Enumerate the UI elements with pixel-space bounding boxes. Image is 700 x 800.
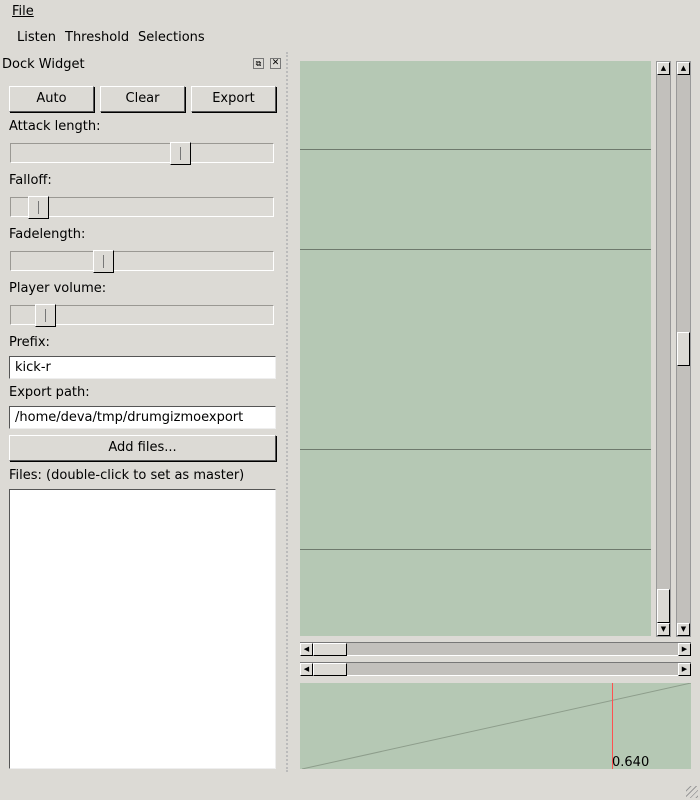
player-volume-label: Player volume:: [9, 281, 107, 296]
toolbar-listen[interactable]: Listen: [17, 30, 56, 45]
arrow-right-icon[interactable]: ▶: [678, 643, 691, 656]
add-files-button[interactable]: Add files...: [9, 435, 276, 461]
resize-grip-icon[interactable]: [686, 786, 698, 798]
fadelength-label: Fadelength:: [9, 227, 86, 242]
arrow-up-icon[interactable]: ▲: [657, 62, 670, 75]
scrollbar-thumb[interactable]: [677, 332, 690, 366]
export-button[interactable]: Export: [191, 86, 276, 112]
auto-button[interactable]: Auto: [9, 86, 94, 112]
player-volume-slider[interactable]: [10, 304, 274, 327]
horizontal-scrollbar[interactable]: ◀ ▶: [300, 642, 691, 656]
clear-button[interactable]: Clear: [100, 86, 185, 112]
menu-file-label: File: [12, 4, 34, 19]
scrollbar-thumb[interactable]: [657, 589, 670, 623]
arrow-down-icon[interactable]: ▼: [677, 623, 690, 636]
zoom-scrollbar[interactable]: ▲ ▼: [676, 61, 691, 637]
dock-title: Dock Widget: [2, 57, 85, 72]
divider-line: [300, 249, 651, 250]
menu-file[interactable]: File: [12, 4, 34, 19]
arrow-right-icon[interactable]: ▶: [678, 663, 691, 676]
toolbar-threshold[interactable]: Threshold: [65, 30, 129, 45]
files-list[interactable]: [9, 489, 276, 769]
attack-length-slider[interactable]: [10, 142, 274, 165]
threshold-value: 0.640: [612, 755, 650, 770]
divider-line: [300, 149, 651, 150]
toolbar-selections[interactable]: Selections: [138, 30, 205, 45]
export-path-input[interactable]: /home/deva/tmp/drumgizmoexport: [9, 406, 276, 429]
vertical-scrollbar[interactable]: ▲ ▼: [656, 61, 671, 637]
fadelength-slider[interactable]: [10, 250, 274, 273]
attack-length-label: Attack length:: [9, 119, 101, 134]
prefix-input[interactable]: kick-r: [9, 356, 276, 379]
prefix-label: Prefix:: [9, 335, 50, 350]
arrow-left-icon[interactable]: ◀: [300, 643, 313, 656]
float-icon[interactable]: ⧉: [253, 58, 264, 69]
horizontal-zoom-scrollbar[interactable]: ◀ ▶: [300, 662, 691, 676]
slider-handle[interactable]: [170, 142, 192, 165]
scrollbar-thumb[interactable]: [313, 663, 347, 676]
scrollbar-thumb[interactable]: [313, 643, 347, 656]
arrow-left-icon[interactable]: ◀: [300, 663, 313, 676]
divider-line: [300, 449, 651, 450]
slider-handle[interactable]: [92, 250, 114, 273]
dock-splitter[interactable]: [286, 52, 288, 772]
falloff-label: Falloff:: [9, 173, 52, 188]
arrow-up-icon[interactable]: ▲: [677, 62, 690, 75]
toolbar: Listen Threshold Selections: [0, 28, 290, 48]
threshold-graph[interactable]: 0.640: [300, 683, 691, 769]
arrow-down-icon[interactable]: ▼: [657, 623, 670, 636]
slider-handle[interactable]: [27, 196, 49, 219]
files-label: Files: (double-click to set as master): [9, 468, 245, 483]
close-icon[interactable]: ✕: [270, 58, 281, 69]
slider-handle[interactable]: [35, 304, 57, 327]
divider-line: [300, 549, 651, 550]
falloff-slider[interactable]: [10, 196, 274, 219]
export-path-label: Export path:: [9, 385, 90, 400]
